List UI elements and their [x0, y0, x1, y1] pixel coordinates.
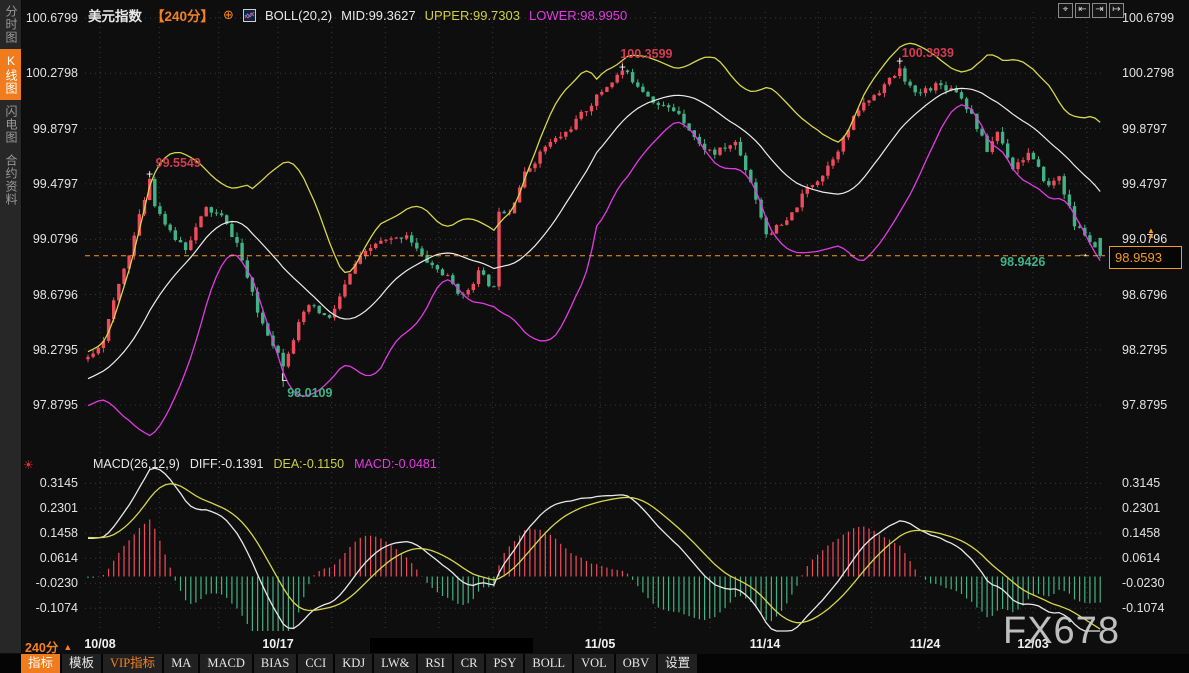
macd-diff-value: DIFF:-0.1391: [190, 457, 264, 471]
period-dropdown-arrow-icon: ▲: [63, 642, 72, 652]
pan-right-icon[interactable]: ↦: [1109, 3, 1124, 18]
sidebar-item-flash-chart[interactable]: 闪电图: [0, 100, 21, 149]
macd-header: MACD(26,12,9) DIFF:-0.1391 DEA:-0.1150 M…: [93, 457, 437, 471]
sidebar-item-contract-info[interactable]: 合约资料: [0, 149, 21, 211]
symbol-title: 美元指数: [88, 5, 142, 25]
indicator-ma-button[interactable]: MA: [164, 654, 198, 673]
trading-app-window: 100.6799100.6799100.2798100.279899.87979…: [0, 0, 1189, 673]
left-sidebar: 分时图K线图闪电图合约资料: [0, 0, 22, 653]
kline-thumbnail-icon[interactable]: [243, 9, 256, 22]
indicator-bias-button[interactable]: BIAS: [254, 654, 296, 673]
indicator-psy-button[interactable]: PSY: [486, 654, 523, 673]
boll-mid-value: MID:99.3627: [341, 8, 415, 23]
boll-indicator-label: BOLL(20,2): [265, 8, 332, 23]
indicator-cr-button[interactable]: CR: [454, 654, 485, 673]
indicator-kdj-button[interactable]: KDJ: [335, 654, 372, 673]
vip-indicators-button[interactable]: VIP指标: [103, 654, 162, 673]
redacted-region: [370, 638, 533, 653]
indicator-obv-button[interactable]: OBV: [616, 654, 656, 673]
indicator-rsi-button[interactable]: RSI: [418, 654, 451, 673]
indicator-cci-button[interactable]: CCI: [298, 654, 333, 673]
indicator-boll-button[interactable]: BOLL: [525, 654, 572, 673]
collapse-circle-icon[interactable]: ⊕: [223, 7, 234, 23]
chart-tool-icons: ⌖⇤⇥↦: [1058, 3, 1124, 18]
crosshair-tool-icon[interactable]: ⌖: [1058, 3, 1073, 18]
chart-header: 美元指数 【240分】 ⊕ BOLL(20,2) MID:99.3627 UPP…: [88, 5, 627, 25]
indicator-macd-button[interactable]: MACD: [200, 654, 252, 673]
indicator-vol-button[interactable]: VOL: [574, 654, 614, 673]
boll-lower-value: LOWER:98.9950: [529, 8, 627, 23]
last-price-value: 98.9593: [1115, 250, 1162, 265]
indicator-lwr-button[interactable]: LW&: [374, 654, 416, 673]
sidebar-item-time-chart[interactable]: 分时图: [0, 0, 21, 49]
macd-value: MACD:-0.0481: [354, 457, 437, 471]
compress-right-icon[interactable]: ⇥: [1092, 3, 1107, 18]
boll-upper-value: UPPER:99.7303: [425, 8, 520, 23]
template-button[interactable]: 模板: [62, 654, 101, 673]
candlestick-macd-canvas[interactable]: [0, 0, 1189, 653]
settings-button[interactable]: 设置: [658, 654, 697, 673]
indicators-button[interactable]: 指标: [21, 654, 60, 673]
bottom-toolbar: 指标模板VIP指标MAMACDBIASCCIKDJLW&RSICRPSYBOLL…: [0, 654, 1189, 673]
last-price-box: 98.9593: [1109, 246, 1182, 269]
fx678-watermark: FX678: [1003, 610, 1120, 653]
macd-dea-value: DEA:-0.1150: [273, 457, 344, 471]
macd-settings-icon[interactable]: ☀: [23, 458, 34, 472]
macd-indicator-label: MACD(26,12,9): [93, 457, 180, 471]
compress-left-icon[interactable]: ⇤: [1075, 3, 1090, 18]
period-tag: 【240分】: [151, 5, 214, 25]
sidebar-item-kline-chart[interactable]: K线图: [0, 49, 21, 100]
price-up-marker: ▲▲: [1147, 228, 1155, 238]
